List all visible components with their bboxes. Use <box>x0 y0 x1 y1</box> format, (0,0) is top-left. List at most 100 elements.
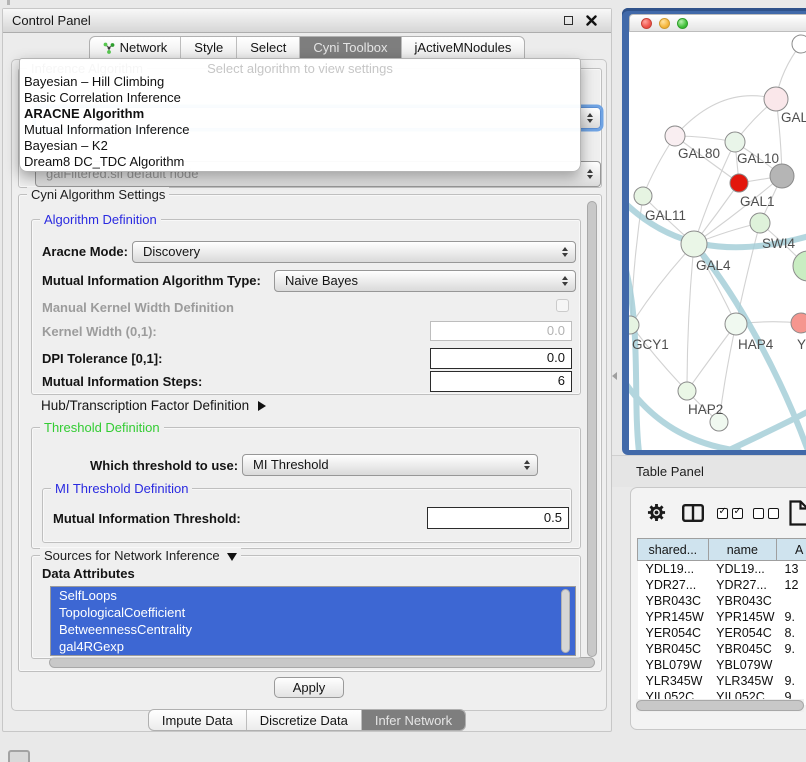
cell[interactable]: YER054C <box>708 625 776 641</box>
aracne-mode-combobox[interactable]: Discovery <box>132 241 576 263</box>
column-header[interactable]: A <box>777 539 806 561</box>
sources-group-title[interactable]: Sources for Network Inference <box>40 548 241 563</box>
unchecked-pair-icon[interactable] <box>753 508 779 519</box>
cell[interactable]: YDR27... <box>708 577 776 593</box>
network-node[interactable] <box>750 213 770 233</box>
dropdown-item-selected[interactable]: ARACNE Algorithm <box>20 106 580 122</box>
tab-network[interactable]: Network <box>90 37 181 58</box>
node-labels: GAL GAL80 GAL10 GAL1 GAL11 SWI4 GAL4 GCY… <box>632 110 806 417</box>
table-row[interactable]: YBL079WYBL079W <box>638 657 806 673</box>
manual-kernel-checkbox[interactable] <box>556 299 569 312</box>
tab-cyni-toolbox[interactable]: Cyni Toolbox <box>299 37 400 58</box>
checked-pair-icon[interactable] <box>717 508 743 519</box>
algorithm-definition-group: Algorithm Definition Aracne Mode: Discov… <box>31 219 581 395</box>
cell[interactable]: 8. <box>777 625 806 641</box>
network-node[interactable] <box>764 87 788 111</box>
dropdown-item[interactable]: Bayesian – Hill Climbing <box>20 74 580 90</box>
apply-button[interactable]: Apply <box>274 677 344 698</box>
cell[interactable]: YLR345W <box>638 673 709 689</box>
settings-vertical-scrollbar[interactable] <box>587 201 599 657</box>
tab-discretize-data[interactable]: Discretize Data <box>246 710 361 730</box>
close-window-icon[interactable] <box>586 15 597 26</box>
table-row[interactable]: YBR045CYBR045C9. <box>638 641 806 657</box>
gear-icon[interactable] <box>647 503 666 522</box>
table-row[interactable]: YBR043CYBR043C <box>638 593 806 609</box>
network-node[interactable] <box>792 35 806 53</box>
network-window-titlebar[interactable] <box>629 14 806 32</box>
data-attributes-list[interactable]: SelfLoops TopologicalCoefficient Between… <box>50 586 576 656</box>
which-threshold-combobox[interactable]: MI Threshold <box>242 454 538 476</box>
dpi-tolerance-field[interactable]: 0.0 <box>430 348 572 369</box>
cell[interactable]: YBR043C <box>638 593 709 609</box>
dropdown-item[interactable]: Bayesian – K2 <box>20 138 580 154</box>
cell[interactable]: YBL079W <box>708 657 776 673</box>
column-header[interactable]: name <box>708 539 776 561</box>
cell[interactable]: YER054C <box>638 625 709 641</box>
cell[interactable]: YBR045C <box>638 641 709 657</box>
table-row[interactable]: YPR145WYPR145W9. <box>638 609 806 625</box>
network-node[interactable] <box>681 231 707 257</box>
splitter-handle[interactable] <box>612 372 617 380</box>
file-icon[interactable] <box>789 500 806 526</box>
tab-impute-data[interactable]: Impute Data <box>149 710 246 730</box>
mi-type-combobox[interactable]: Naive Bayes <box>274 270 576 292</box>
cell[interactable]: YBR045C <box>708 641 776 657</box>
cell[interactable]: YDL19... <box>638 561 709 577</box>
network-node-selected[interactable] <box>730 174 748 192</box>
dropdown-item[interactable]: Dream8 DC_TDC Algorithm <box>20 154 580 170</box>
bottom-left-icon[interactable] <box>8 750 30 762</box>
tab-label: Network <box>120 40 168 55</box>
network-node[interactable] <box>725 132 745 152</box>
network-node[interactable] <box>770 164 794 188</box>
cell[interactable] <box>777 593 806 609</box>
mi-threshold-field[interactable]: 0.5 <box>427 507 569 529</box>
tab-select[interactable]: Select <box>236 37 299 58</box>
tab-jactivemnodules[interactable]: jActiveMNodules <box>401 37 525 58</box>
cell[interactable]: 12 <box>777 577 806 593</box>
network-node[interactable] <box>678 382 696 400</box>
minimize-traffic-light-icon[interactable] <box>659 18 670 29</box>
cell[interactable] <box>777 657 806 673</box>
hub-section-toggle[interactable]: Hub/Transcription Factor Definition <box>41 398 266 413</box>
cell[interactable]: YDL19... <box>708 561 776 577</box>
table-row[interactable]: YER054CYER054C8. <box>638 625 806 641</box>
cell[interactable]: YDR27... <box>638 577 709 593</box>
dropdown-item[interactable]: Basic Correlation Inference <box>20 90 580 106</box>
list-scrollbar[interactable] <box>561 589 572 653</box>
mi-steps-field[interactable]: 6 <box>430 371 572 392</box>
cell[interactable]: YBL079W <box>638 657 709 673</box>
network-node[interactable] <box>634 187 652 205</box>
tab-infer-network[interactable]: Infer Network <box>361 710 465 730</box>
table-panel-title: Table Panel <box>636 456 806 487</box>
cell[interactable]: 9. <box>777 609 806 625</box>
list-item[interactable]: gal4RGexp <box>51 638 575 655</box>
zoom-traffic-light-icon[interactable] <box>677 18 688 29</box>
table-row[interactable]: YDL19...YDL19...13 <box>638 561 806 577</box>
cell[interactable]: YLR345W <box>708 673 776 689</box>
cell[interactable]: YPR145W <box>708 609 776 625</box>
network-node[interactable] <box>791 313 806 333</box>
list-item[interactable]: BetweennessCentrality <box>51 621 575 638</box>
close-traffic-light-icon[interactable] <box>641 18 652 29</box>
list-item[interactable]: SelfLoops <box>51 587 575 604</box>
column-header[interactable]: shared... <box>638 539 709 561</box>
split-columns-icon[interactable] <box>682 504 704 522</box>
cell[interactable]: 13 <box>777 561 806 577</box>
cell[interactable]: 9. <box>777 641 806 657</box>
cell[interactable]: 9. <box>777 673 806 689</box>
kernel-width-field[interactable]: 0.0 <box>430 321 572 341</box>
table-row[interactable]: YLR345WYLR345W9. <box>638 673 806 689</box>
network-node[interactable] <box>665 126 685 146</box>
combo-arrows-icon <box>587 169 593 179</box>
network-node[interactable] <box>725 313 747 335</box>
dropdown-item[interactable]: Mutual Information Inference <box>20 122 580 138</box>
float-window-icon[interactable] <box>564 16 573 25</box>
list-item[interactable]: TopologicalCoefficient <box>51 604 575 621</box>
cell[interactable]: YBR043C <box>708 593 776 609</box>
cell[interactable]: YPR145W <box>638 609 709 625</box>
tab-style[interactable]: Style <box>180 37 236 58</box>
control-panel-titlebar: Control Panel <box>3 9 611 33</box>
network-canvas[interactable]: GAL GAL80 GAL10 GAL1 GAL11 SWI4 GAL4 GCY… <box>629 32 806 450</box>
table-row[interactable]: YDR27...YDR27...12 <box>638 577 806 593</box>
table-horizontal-scrollbar[interactable] <box>636 699 804 712</box>
